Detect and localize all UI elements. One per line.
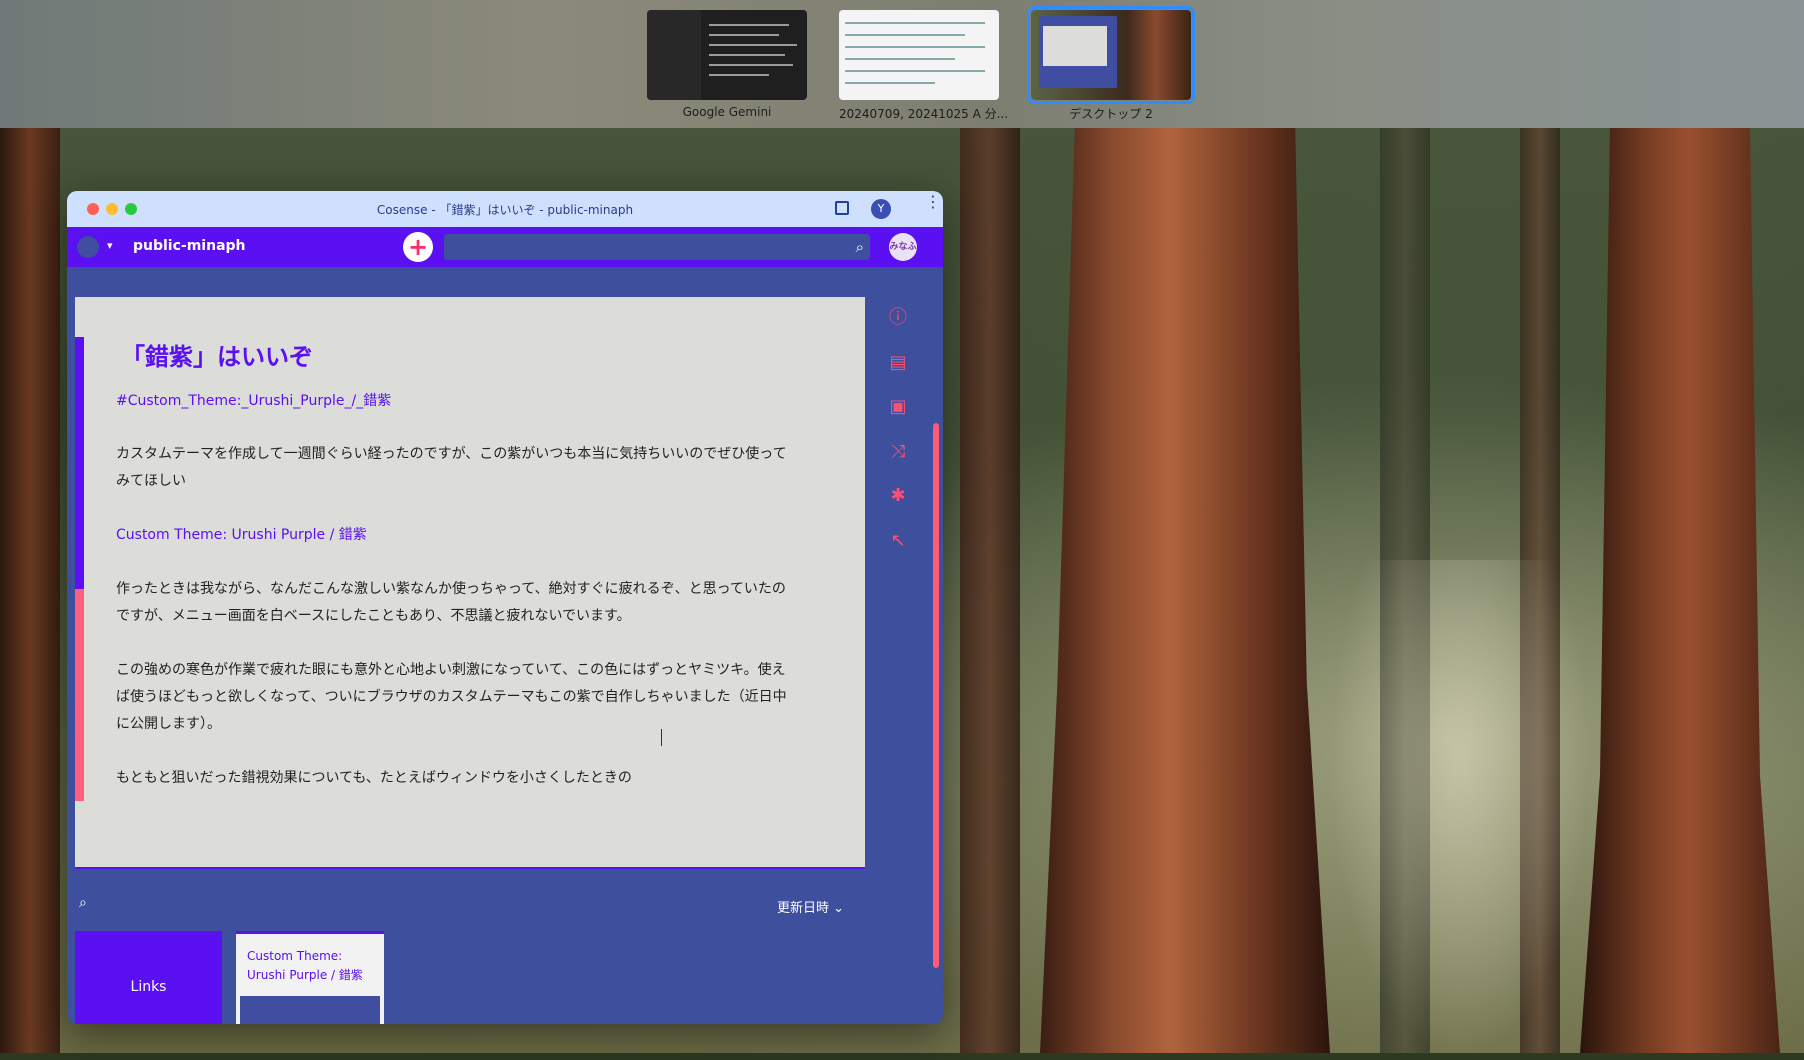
- search-icon[interactable]: ⌕: [856, 238, 864, 256]
- sort-dropdown[interactable]: 更新日時 ⌄: [777, 897, 844, 916]
- window-title: Cosense - 「錯紫」はいいぞ - public-minaph: [376, 203, 634, 217]
- space-label: 20240709, 20241025 A 分...: [839, 107, 1009, 121]
- mist: [1330, 560, 1590, 1060]
- page-editor[interactable]: 「錯紫」はいいぞ #Custom_Theme:_Urushi_Purple_/_…: [75, 297, 865, 869]
- paragraph-line[interactable]: ば使うほどもっと欲しくなって、ついにブラウザのカスタムテーマもこの紫で自作しちゃ…: [116, 684, 826, 711]
- links-card-label: Links: [130, 979, 167, 995]
- extension-icon[interactable]: [835, 201, 849, 215]
- new-page-button[interactable]: +: [403, 232, 433, 262]
- paragraph-line[interactable]: 作ったときは我ながら、なんだこんな激しい紫なんか使っちゃって、絶対すぐに疲れるぞ…: [116, 576, 826, 603]
- related-page-title: Custom Theme: Urushi Purple / 錯紫: [247, 949, 363, 982]
- chevron-down-icon: ⌄: [833, 901, 845, 916]
- browser-window: Cosense - 「錯紫」はいいぞ - public-minaph Y ⋮ ▾…: [67, 191, 943, 1024]
- document-icon[interactable]: ▤: [887, 352, 909, 374]
- paragraph-line[interactable]: に公開します）。: [116, 711, 826, 738]
- profile-avatar[interactable]: Y: [871, 199, 891, 219]
- space-desktop-2[interactable]: デスクトップ 2: [1027, 6, 1195, 122]
- space-thumbnail: [1027, 6, 1195, 104]
- tree-trunk: [1040, 128, 1330, 1053]
- tree-trunk: [960, 128, 1020, 1053]
- project-icon[interactable]: [77, 236, 99, 258]
- main-content: 「錯紫」はいいぞ #Custom_Theme:_Urushi_Purple_/_…: [67, 267, 943, 1024]
- project-name[interactable]: public-minaph: [133, 238, 246, 254]
- links-card[interactable]: Links: [75, 931, 222, 1024]
- page-title[interactable]: 「錯紫」はいいぞ: [121, 337, 313, 372]
- page-link[interactable]: Custom Theme: Urushi Purple / 錯紫: [116, 522, 826, 549]
- space-thumbnail: [647, 10, 807, 100]
- shuffle-icon[interactable]: ⤨: [887, 441, 909, 463]
- window-titlebar[interactable]: Cosense - 「錯紫」はいいぞ - public-minaph Y ⋮: [67, 191, 943, 227]
- line-marker-pink: [75, 589, 84, 801]
- space-google-gemini[interactable]: Google Gemini: [647, 10, 807, 119]
- chevron-down-icon[interactable]: ▾: [107, 239, 113, 252]
- tree-trunk: [0, 128, 60, 1053]
- page-list-header: ⌕ 更新日時 ⌄: [67, 867, 933, 927]
- related-page-thumbnail: [240, 996, 380, 1024]
- app-header: ▾ public-minaph + ⌕ みなふ: [67, 227, 943, 267]
- search-input[interactable]: ⌕: [444, 234, 870, 260]
- paragraph-line[interactable]: ですが、メニュー画面を白ベースにしたこともあり、不思議と疲れないでいます。: [116, 603, 826, 630]
- spaces-bar: Google Gemini 20240709, 20241025 A 分... …: [0, 0, 1804, 128]
- space-label: デスクトップ 2: [1069, 107, 1153, 121]
- paragraph-line[interactable]: カスタムテーマを作成して一週間ぐらい経ったのですが、この紫がいつも本当に気持ちい…: [116, 441, 826, 468]
- space-spreadsheet[interactable]: 20240709, 20241025 A 分...: [839, 10, 1008, 122]
- tree-trunk: [1580, 128, 1780, 1053]
- info-icon[interactable]: ⓘ: [887, 307, 909, 329]
- arrow-up-left-icon[interactable]: ↖: [887, 530, 909, 552]
- settings-icon[interactable]: ✱: [887, 485, 909, 507]
- paragraph-line[interactable]: この強めの寒色が作業で疲れた眼にも意外と心地よい刺激になっていて、この色にはずっ…: [116, 657, 826, 684]
- search-icon[interactable]: ⌕: [79, 895, 87, 911]
- more-menu-icon[interactable]: ⋮: [925, 194, 941, 210]
- paragraph-line[interactable]: もともと狙いだった錯視効果についても、たとえばウィンドウを小さくしたときの: [116, 765, 826, 792]
- related-cards: Links Custom Theme: Urushi Purple / 錯紫: [75, 931, 935, 1024]
- scrollbar[interactable]: [933, 423, 939, 968]
- text-cursor: [661, 729, 662, 746]
- user-avatar[interactable]: みなふ: [889, 233, 917, 261]
- hashtag-link[interactable]: #Custom_Theme:_Urushi_Purple_/_錯紫: [116, 388, 826, 415]
- translate-icon[interactable]: ▣: [887, 396, 909, 418]
- space-label: Google Gemini: [682, 105, 772, 119]
- related-page-card[interactable]: Custom Theme: Urushi Purple / 錯紫: [236, 931, 384, 1024]
- paragraph-line[interactable]: みてほしい: [116, 468, 826, 495]
- line-marker-purple: [75, 337, 84, 589]
- space-thumbnail: [839, 10, 999, 100]
- sort-label: 更新日時: [777, 901, 830, 916]
